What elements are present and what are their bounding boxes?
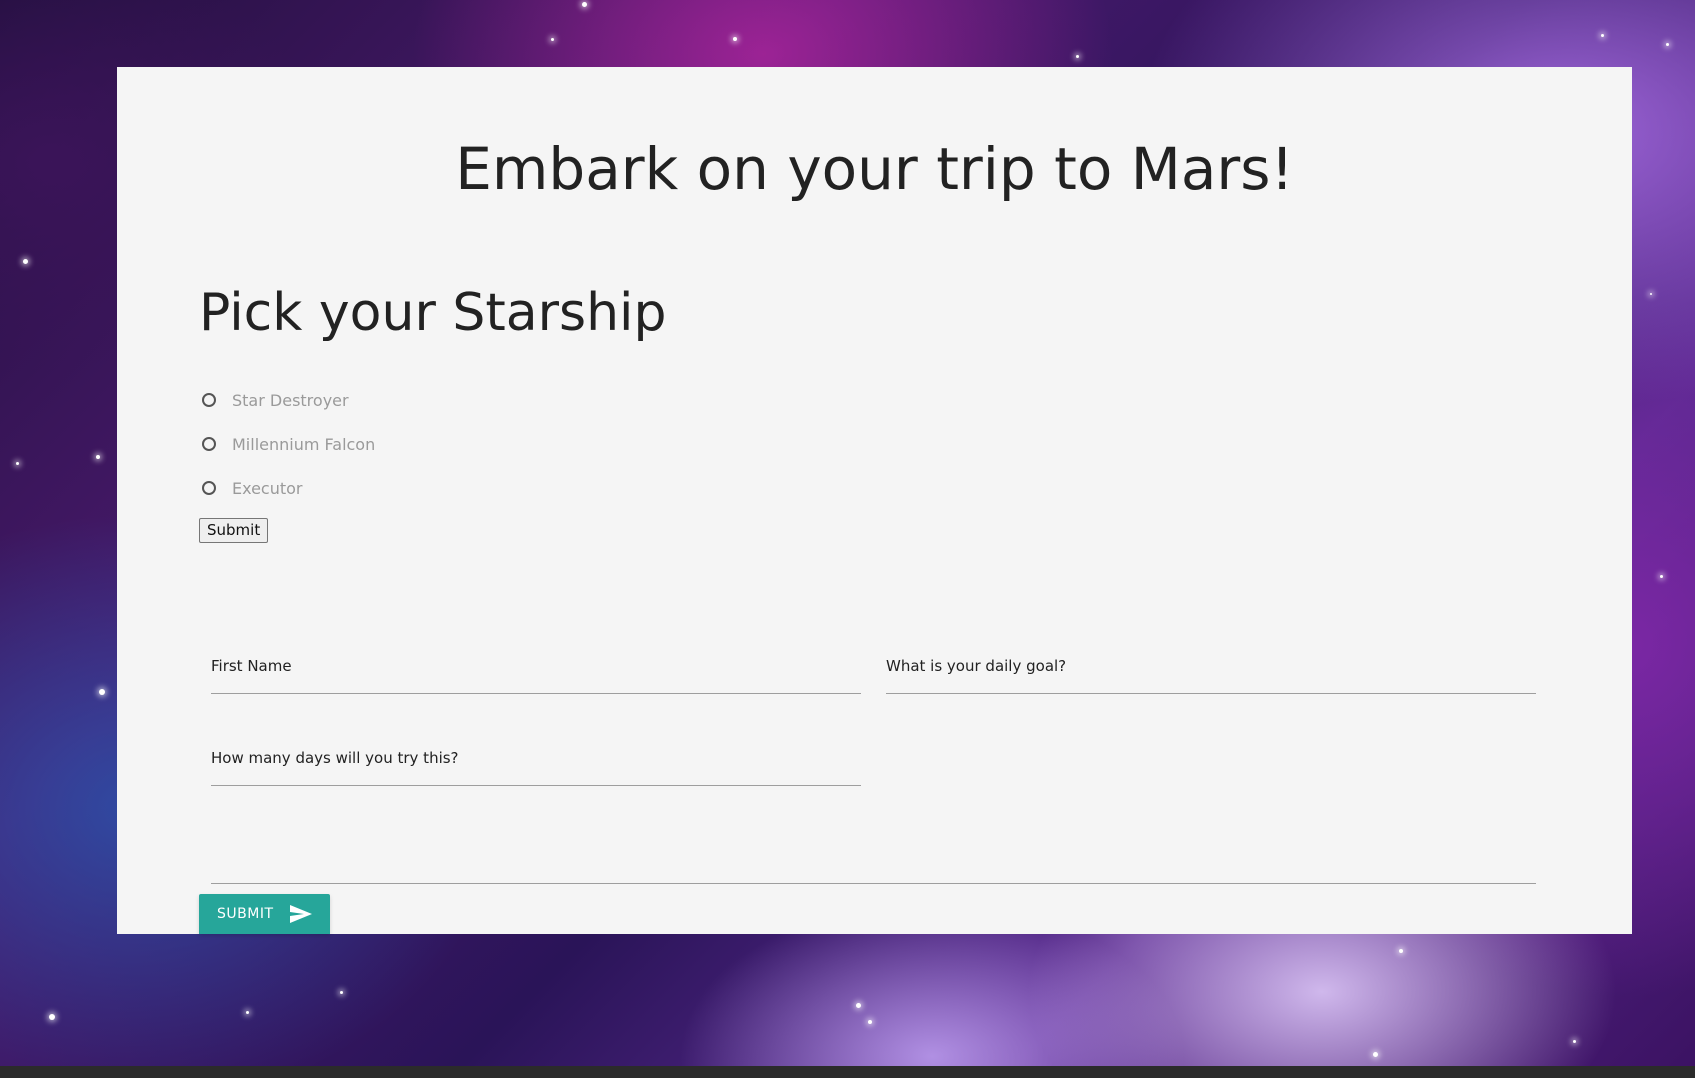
days-label: How many days will you try this?	[211, 749, 459, 767]
background-star	[246, 1011, 249, 1014]
background-star	[868, 1020, 872, 1024]
textarea-underline[interactable]	[211, 883, 1536, 884]
background-star	[1650, 293, 1652, 295]
background-star	[1601, 34, 1604, 37]
radio-button[interactable]	[202, 437, 216, 451]
form-submit-label: Submit	[217, 906, 274, 922]
send-icon	[289, 905, 312, 923]
daily-goal-label: What is your daily goal?	[886, 657, 1067, 675]
radio-button[interactable]	[202, 481, 216, 495]
background-star	[1373, 1052, 1378, 1057]
background-star	[1573, 1040, 1576, 1043]
background-star	[16, 462, 19, 465]
starship-heading: Pick your Starship	[199, 283, 667, 343]
days-field[interactable]: How many days will you try this?	[211, 739, 861, 786]
starship-option-star-destroyer[interactable]: Star Destroyer	[202, 389, 349, 411]
background-star	[340, 991, 343, 994]
radio-label: Millennium Falcon	[232, 434, 376, 454]
starship-option-millennium-falcon[interactable]: Millennium Falcon	[202, 433, 375, 455]
radio-label: Star Destroyer	[232, 390, 349, 410]
background-star	[551, 38, 554, 41]
background-star	[582, 2, 587, 7]
background-star	[49, 1014, 55, 1020]
starship-submit-button[interactable]: Submit	[199, 518, 269, 543]
starship-option-executor[interactable]: Executor	[202, 477, 303, 499]
background-star	[99, 689, 105, 695]
background-star	[1660, 575, 1663, 578]
trip-card: Embark on your trip to Mars! Pick your S…	[117, 67, 1632, 934]
form-submit-button[interactable]: Submit	[199, 894, 330, 934]
first-name-field[interactable]: First Name	[211, 647, 861, 694]
page-title: Embark on your trip to Mars!	[455, 135, 1294, 203]
background-star	[1399, 949, 1403, 953]
taskbar	[0, 1066, 1695, 1078]
background-star	[23, 259, 28, 264]
background-star	[1666, 43, 1669, 46]
background-star	[856, 1003, 861, 1008]
background-star	[1076, 55, 1079, 58]
radio-label: Executor	[232, 478, 303, 498]
background-star	[96, 455, 100, 459]
first-name-label: First Name	[211, 657, 292, 675]
daily-goal-field[interactable]: What is your daily goal?	[886, 647, 1536, 694]
background-star	[733, 37, 737, 41]
radio-button[interactable]	[202, 393, 216, 407]
